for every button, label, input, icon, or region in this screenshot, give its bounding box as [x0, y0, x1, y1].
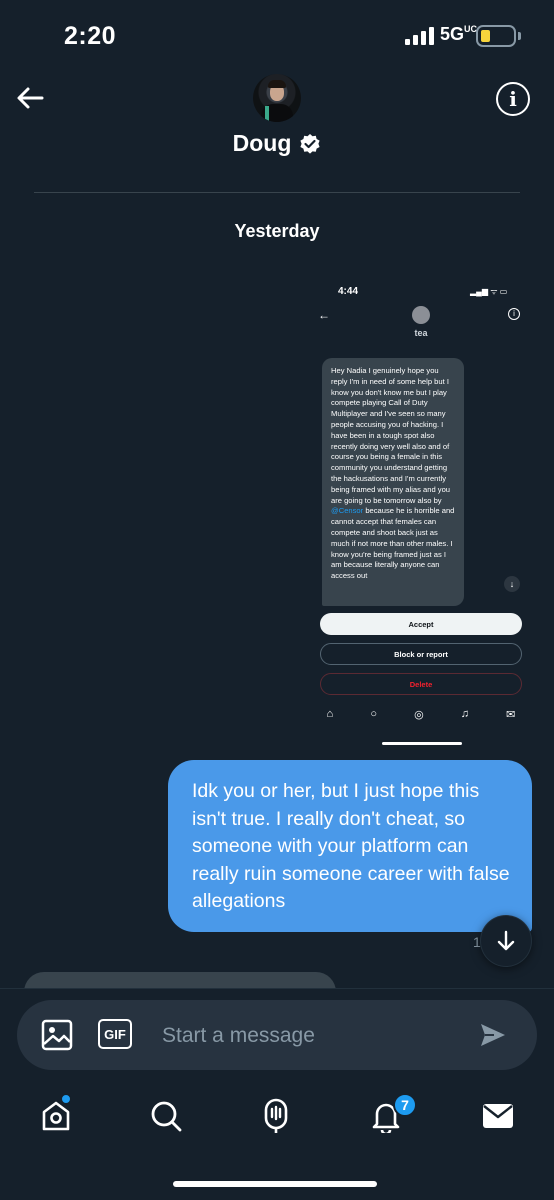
- arrow-left-icon: [17, 87, 44, 109]
- attachment-mail-icon: ✉: [506, 709, 516, 721]
- attachment-info-icon: i: [508, 308, 520, 320]
- attachment-bell-icon: ♫: [460, 708, 470, 720]
- battery-cap: [518, 32, 521, 40]
- attachment-home-icon: ⌂: [326, 708, 334, 720]
- nav-messages[interactable]: [478, 1096, 518, 1136]
- attachment-status-icons: ▂▄▆ ᯤ ▭: [470, 287, 508, 296]
- image-icon[interactable]: [40, 1018, 74, 1052]
- battery-icon: [476, 25, 516, 47]
- attachment-scroll-down-icon: ↓: [504, 576, 520, 592]
- attachment-avatar: [412, 306, 430, 324]
- attachment-delete-button: Delete: [320, 673, 522, 695]
- attachment-home-indicator: [382, 742, 462, 745]
- attachment-contact-name: tea: [414, 328, 428, 338]
- attachment-spaces-icon: ◎: [414, 709, 424, 721]
- date-separator: Yesterday: [234, 221, 320, 241]
- signal-strength-icon: [405, 27, 434, 45]
- spaces-microphone-icon: [264, 1098, 288, 1133]
- search-icon: [151, 1101, 182, 1132]
- nav-spaces[interactable]: [256, 1096, 296, 1136]
- attachment-accept-button: Accept: [320, 613, 522, 635]
- back-button[interactable]: [12, 80, 48, 116]
- attachment-search-icon: ○: [370, 708, 377, 720]
- attachment-message-bubble: Hey Nadia I genuinely hope you reply I'm…: [322, 358, 464, 606]
- status-time: 2:20: [64, 22, 117, 50]
- sent-message-bubble[interactable]: Idk you or her, but I just hope this isn…: [168, 760, 532, 932]
- notifications-badge: 7: [393, 1093, 417, 1117]
- attachment-block-button: Block or report: [320, 643, 522, 665]
- send-icon[interactable]: [478, 1020, 508, 1050]
- info-button[interactable]: i: [496, 82, 530, 116]
- image-attachment[interactable]: 4:44 ▂▄▆ ᯤ ▭ ← tea i Hey Nadia I genuine…: [308, 270, 534, 760]
- gif-button[interactable]: GIF: [98, 1019, 132, 1049]
- verified-badge-icon: [300, 133, 320, 154]
- message-input[interactable]: [152, 1016, 452, 1056]
- home-notification-dot: [61, 1094, 71, 1104]
- contact-name[interactable]: Doug: [233, 130, 292, 157]
- home-indicator: [173, 1181, 377, 1187]
- network-indicator: 5GUC: [440, 24, 478, 44]
- contact-header: Doug: [0, 130, 554, 157]
- attachment-back-icon: ←: [318, 308, 330, 322]
- mail-icon: [483, 1104, 513, 1128]
- header-divider: [34, 192, 520, 193]
- nav-search[interactable]: [146, 1096, 186, 1136]
- attachment-status-time: 4:44: [338, 286, 359, 297]
- attachment-nav-icons: ⌂ ○ ◎ ♫ ✉: [308, 708, 534, 721]
- contact-avatar[interactable]: [253, 74, 301, 122]
- scroll-to-bottom-button[interactable]: [481, 916, 531, 966]
- info-icon: i: [509, 87, 517, 111]
- home-icon: [42, 1101, 70, 1131]
- arrow-down-icon: [497, 930, 515, 951]
